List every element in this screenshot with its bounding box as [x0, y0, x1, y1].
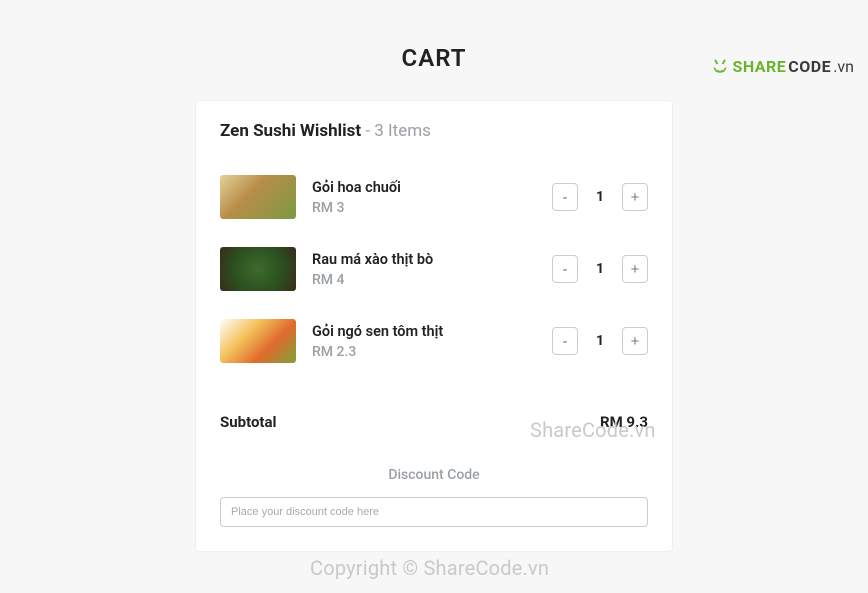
item-thumbnail [220, 175, 296, 219]
quantity-stepper: - 1 + [552, 255, 648, 283]
quantity-stepper: - 1 + [552, 327, 648, 355]
brand-vn: .vn [833, 57, 854, 76]
cart-item: Rau má xào thịt bò RM 4 - 1 + [220, 247, 648, 291]
qty-minus-button[interactable]: - [552, 327, 578, 355]
item-thumbnail [220, 319, 296, 363]
qty-plus-button[interactable]: + [622, 183, 648, 211]
cart-card: Zen Sushi Wishlist - 3 Items Gỏi hoa chu… [195, 100, 673, 552]
recycle-icon [710, 56, 730, 76]
qty-minus-button[interactable]: - [552, 183, 578, 211]
item-thumbnail [220, 247, 296, 291]
wishlist-title: Zen Sushi Wishlist [220, 121, 361, 141]
item-price: RM 4 [312, 272, 552, 288]
item-info: Gỏi ngó sen tôm thịt RM 2.3 [312, 323, 552, 360]
brand-share: SHARE [732, 57, 786, 76]
item-price: RM 3 [312, 200, 552, 216]
item-info: Gỏi hoa chuối RM 3 [312, 179, 552, 216]
qty-value: 1 [596, 261, 604, 277]
item-name: Gỏi hoa chuối [312, 179, 552, 196]
qty-value: 1 [596, 333, 604, 349]
wishlist-count: - 3 Items [365, 121, 431, 141]
subtotal-row: Subtotal RM 9.3 [220, 413, 648, 431]
discount-code-input[interactable] [220, 497, 648, 527]
item-info: Rau má xào thịt bò RM 4 [312, 251, 552, 288]
qty-minus-button[interactable]: - [552, 255, 578, 283]
brand-logo: SHARECODE.vn [710, 56, 854, 76]
cart-item: Gỏi ngó sen tôm thịt RM 2.3 - 1 + [220, 319, 648, 363]
watermark: Copyright © ShareCode.vn [310, 556, 549, 580]
brand-code: CODE [788, 57, 831, 76]
quantity-stepper: - 1 + [552, 183, 648, 211]
subtotal-label: Subtotal [220, 413, 277, 431]
subtotal-value: RM 9.3 [600, 413, 648, 431]
qty-plus-button[interactable]: + [622, 255, 648, 283]
discount-title: Discount Code [220, 467, 648, 483]
item-name: Rau má xào thịt bò [312, 251, 552, 268]
item-name: Gỏi ngó sen tôm thịt [312, 323, 552, 340]
qty-value: 1 [596, 189, 604, 205]
item-price: RM 2.3 [312, 344, 552, 360]
wishlist-header: Zen Sushi Wishlist - 3 Items [220, 121, 648, 141]
cart-item: Gỏi hoa chuối RM 3 - 1 + [220, 175, 648, 219]
qty-plus-button[interactable]: + [622, 327, 648, 355]
